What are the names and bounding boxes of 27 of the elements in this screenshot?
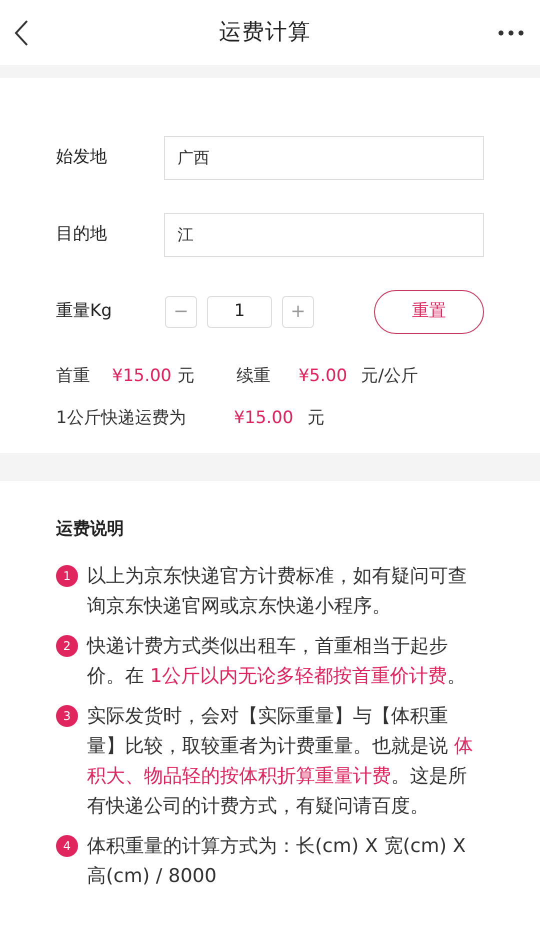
input-field[interactable]: 广西 [164,136,484,180]
quantity-field[interactable]: 1 [207,296,272,328]
total-price: ¥15.00 [234,406,294,430]
number-badge: 4 [56,834,78,856]
first-weight-label: 首重 [56,365,90,388]
total-label: 1公斤快递运费为 [56,406,186,430]
page-title: 运费计算 [218,19,312,47]
note-text: 体积重量的计算方式为：长(cm) X 宽(cm) X 高(cm) / 8000 [87,834,467,888]
input-field[interactable]: 江 [164,213,484,257]
field-label: 目的地 [56,223,108,246]
number-badge: 2 [56,634,78,656]
note-text: 以上为京东快递官方计费标准，如有疑问可查询京东快递官网或京东快递小程序。 [87,564,468,618]
first-weight-price: ¥15.00 [112,365,172,388]
note-text: 快递计费方式类似出租车，首重相当于起步价。在 1公斤以内无论多轻都按首重价计费。 [87,634,468,688]
notes-title: 运费说明 [56,518,125,541]
more-icon[interactable] [498,28,524,38]
reset-button[interactable]: 重置 [374,290,484,334]
extra-weight-label: 续重 [236,365,270,388]
number-badge: 1 [56,564,78,586]
extra-weight-price: ¥5.00 [298,365,348,388]
field-label: 重量Kg [56,300,113,324]
field-label: 始发地 [56,146,108,170]
unit-text: 元 [307,406,324,430]
unit-text: 元/公斤 [361,365,418,388]
note-text: 实际发货时，会对【实际重量】与【体积重量】比较，取较重者为计费重量。也就是说 体积大、物品轻的按体积折算重量计费。这是所有快递公司的计费方式，有疑问请百度。 [87,704,474,818]
unit-text: 元 [177,365,194,388]
number-badge: 3 [56,704,78,726]
